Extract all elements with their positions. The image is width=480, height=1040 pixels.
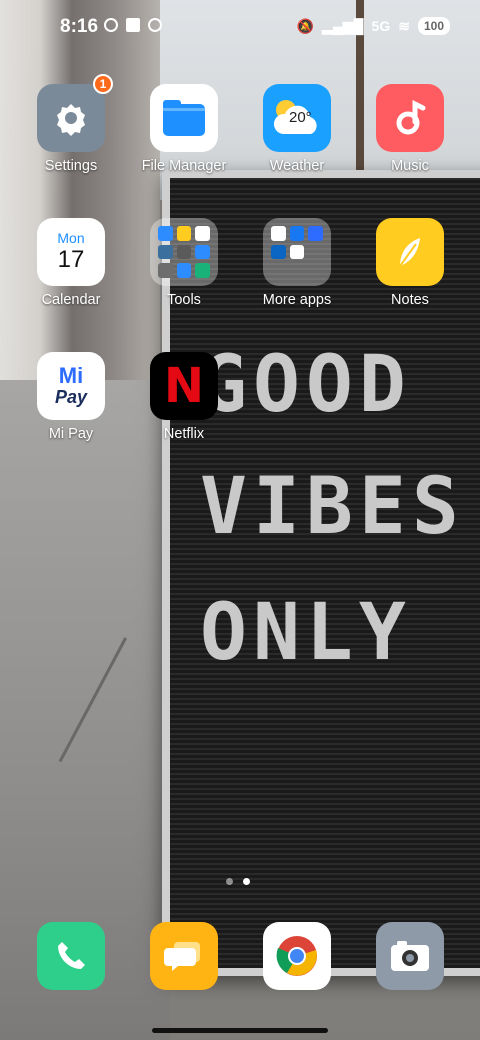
dock-camera[interactable] — [355, 922, 465, 990]
app-file-manager[interactable]: File Manager — [129, 84, 239, 174]
battery-icon: 100 — [417, 17, 450, 35]
app-label: Tools — [167, 292, 201, 308]
app-label: Calendar — [41, 292, 101, 308]
status-icons-right: 🔕 ▂▄▆█ 5G ≋ 100 — [297, 17, 450, 35]
network-type: 5G — [371, 18, 391, 34]
netflix-logo: N — [163, 358, 205, 414]
status-time: 8:16 — [60, 16, 99, 37]
wifi-icon: ≋ — [398, 17, 410, 34]
folder-icon — [150, 84, 218, 152]
app-netflix[interactable]: N Netflix — [129, 352, 239, 442]
chrome-icon — [263, 922, 331, 990]
mute-icon: 🔕 — [296, 17, 315, 34]
calendar-day-name: Mon — [57, 230, 85, 246]
phone-icon — [37, 922, 105, 990]
home-indicator[interactable] — [152, 1028, 328, 1033]
netflix-icon: N — [150, 352, 218, 420]
feather-icon — [376, 218, 444, 286]
app-calendar[interactable]: Mon 17 Calendar — [16, 218, 126, 308]
mi-pay-logo-top: Mi — [58, 363, 84, 388]
folder-tools[interactable]: Tools — [129, 218, 239, 308]
dock-chrome[interactable] — [242, 922, 352, 990]
folder-more-apps-icon — [263, 218, 331, 286]
notification-circle-icon — [148, 18, 162, 32]
letter-board-line-3: ONLY — [200, 588, 412, 678]
app-mi-pay[interactable]: Mi Pay Mi Pay — [16, 352, 126, 442]
app-label: Netflix — [163, 426, 205, 442]
folder-more-apps[interactable]: More apps — [242, 218, 352, 308]
notification-badge: 1 — [93, 74, 113, 94]
letter-board-line-2: VIBES — [200, 462, 465, 552]
camera-icon — [376, 922, 444, 990]
calendar-day-number: 17 — [57, 246, 85, 273]
page-dot-active — [243, 878, 250, 885]
status-bar: 8:16 🔕 ▂▄▆█ 5G ≋ 100 — [0, 0, 480, 56]
app-label: Weather — [269, 158, 325, 174]
app-music[interactable]: Music — [355, 84, 465, 174]
app-label: More apps — [262, 292, 332, 308]
app-label: File Manager — [141, 158, 227, 174]
app-settings[interactable]: 1 Settings — [16, 74, 126, 174]
dock-messages[interactable] — [129, 922, 239, 990]
weather-temp: 20° — [289, 109, 312, 126]
app-weather[interactable]: 20° Weather — [242, 84, 352, 174]
signal-icon: ▂▄▆█ — [322, 17, 364, 34]
app-label: Mi Pay — [48, 426, 94, 442]
notification-square-icon — [126, 18, 140, 32]
page-dot — [226, 878, 233, 885]
app-label: Notes — [391, 292, 429, 308]
app-label: Music — [391, 158, 429, 174]
calendar-icon: Mon 17 — [37, 218, 105, 286]
dock-phone[interactable] — [16, 922, 126, 990]
page-indicator — [226, 878, 250, 885]
mi-pay-icon: Mi Pay — [37, 352, 105, 420]
mi-pay-logo-bottom: Pay — [54, 387, 88, 407]
status-icons-left — [104, 18, 162, 32]
weather-icon: 20° — [263, 84, 331, 152]
notification-dot-icon — [104, 18, 118, 32]
app-notes[interactable]: Notes — [355, 218, 465, 308]
app-label: Settings — [44, 158, 98, 174]
folder-tools-icon — [150, 218, 218, 286]
music-note-icon — [376, 84, 444, 152]
messages-icon — [150, 922, 218, 990]
settings-icon: 1 — [37, 74, 113, 152]
wallpaper-building — [0, 0, 160, 380]
